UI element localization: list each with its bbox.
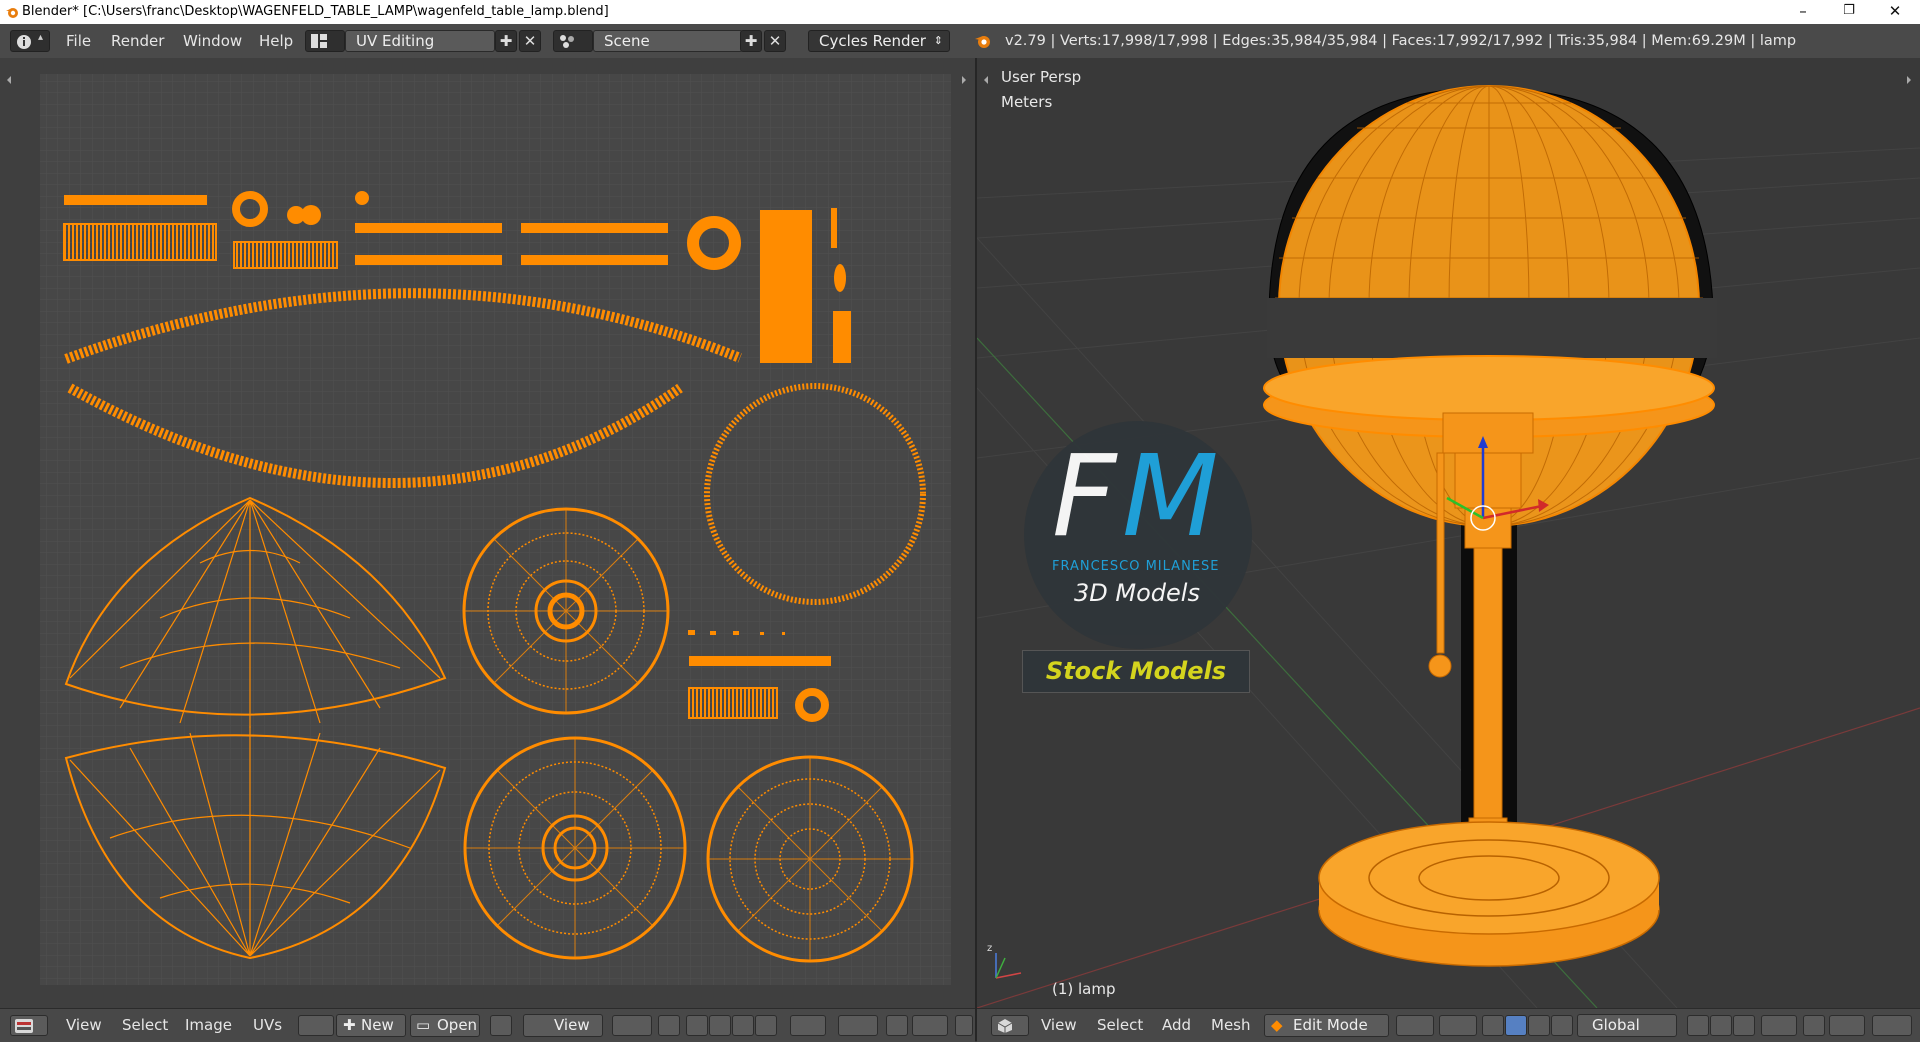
sync-selection-icon[interactable] — [658, 1015, 680, 1036]
axis-z-label: z — [987, 943, 993, 954]
scene-field[interactable]: Scene — [593, 30, 743, 52]
scene-statistics: v2.79 | Verts:17,998/17,998 | Edges:35,9… — [1005, 33, 1797, 49]
sticky-select-icon[interactable] — [790, 1015, 826, 1036]
editor-type-button[interactable]: ▴ — [10, 30, 50, 52]
logo-banner: Stock Models — [1022, 650, 1250, 693]
tool-shelf-toggle-icon[interactable] — [3, 76, 11, 84]
logo-initial-m: M — [1122, 432, 1219, 562]
proportional-edit-icon[interactable] — [838, 1015, 878, 1036]
menu-window[interactable]: Window — [183, 24, 242, 58]
render-engine-value: Cycles Render — [819, 32, 926, 50]
viewport-header: View Select Add Mesh ◆ Edit Mode Global — [977, 1008, 1920, 1042]
screen-layout-selector[interactable] — [305, 30, 345, 52]
edit-mode-icon: ◆ — [1271, 1016, 1283, 1034]
vp-menu-mesh[interactable]: Mesh — [1211, 1009, 1251, 1042]
image-editor-icon[interactable] — [10, 1015, 48, 1036]
info-icon — [17, 35, 31, 49]
snap-toggle-icon[interactable] — [1803, 1015, 1825, 1036]
vp-menu-view[interactable]: View — [1041, 1009, 1077, 1042]
plus-icon: ✚ — [343, 1016, 356, 1034]
blender-logo-icon — [6, 8, 18, 18]
mode-dropdown[interactable]: ◆ Edit Mode — [1264, 1014, 1389, 1037]
remove-scene-icon[interactable]: ✕ — [764, 30, 786, 52]
screen-layout-icon — [311, 34, 327, 48]
scene-selector[interactable] — [553, 30, 593, 52]
info-header: ▴ File Render Window Help UV Editing ✚ ✕… — [0, 24, 1920, 59]
remove-screen-icon[interactable]: ✕ — [519, 30, 541, 52]
open-image-button[interactable]: ▭ Open — [410, 1014, 480, 1037]
view3d-icon[interactable] — [991, 1015, 1029, 1036]
screen-layout-field[interactable]: UV Editing — [345, 30, 495, 52]
transform-orientation-dropdown[interactable]: Global — [1577, 1014, 1677, 1037]
orientation-label: Global — [1592, 1016, 1640, 1034]
viewport-shading-icon[interactable] — [1396, 1015, 1434, 1036]
3d-viewport[interactable]: User Persp Meters (1) lamp z F M FRANCES… — [977, 58, 1920, 1008]
updown-arrows-icon: ▴ — [38, 32, 44, 43]
new-image-button[interactable]: ✚ New — [336, 1014, 406, 1037]
add-scene-icon[interactable]: ✚ — [740, 30, 762, 52]
uv-menu-select[interactable]: Select — [122, 1009, 168, 1042]
logo-subtitle: 3D Models — [1074, 579, 1200, 607]
dropdown-arrows-icon: ⇕ — [933, 34, 943, 47]
logo-name: FRANCESCO MILANESE — [1052, 559, 1220, 574]
snap-element-icon[interactable] — [1829, 1015, 1865, 1036]
uv-editor-header: View Select Image UVs ✚ New ▭ Open View — [0, 1008, 975, 1042]
folder-icon: ▭ — [416, 1016, 431, 1034]
scene-icon — [560, 35, 574, 48]
view-mode-dropdown[interactable]: View — [523, 1014, 603, 1037]
island-select-icon[interactable] — [755, 1015, 777, 1036]
minimize-button[interactable]: – — [1780, 0, 1826, 24]
properties-toggle-icon[interactable] — [1907, 76, 1915, 84]
uv-menu-image[interactable]: Image — [185, 1009, 232, 1042]
new-image-label: New — [361, 1016, 394, 1034]
logo-initial-f: F — [1052, 432, 1117, 562]
pin-icon[interactable] — [490, 1015, 512, 1036]
vp-menu-select[interactable]: Select — [1097, 1009, 1143, 1042]
uv-image-editor[interactable] — [0, 58, 975, 1008]
snap-icon[interactable] — [886, 1015, 908, 1036]
menu-file[interactable]: File — [66, 24, 91, 58]
add-screen-icon[interactable]: ✚ — [495, 30, 517, 52]
window-titlebar: Blender* [C:\Users\franc\Desktop\WAGENFE… — [0, 0, 1920, 24]
view-name-label: User Persp — [1001, 68, 1082, 86]
active-object-label: (1) lamp — [1052, 980, 1116, 998]
manipulator-toggle-icon[interactable] — [1482, 1015, 1504, 1036]
vertex-select-mode-icon[interactable] — [1687, 1015, 1709, 1036]
logo-banner-text: Stock Models — [1045, 657, 1227, 685]
render-slot-icon[interactable] — [955, 1015, 973, 1036]
uv-menu-uvs[interactable]: UVs — [253, 1009, 282, 1042]
scale-manipulator-icon[interactable] — [1551, 1015, 1573, 1036]
menu-render[interactable]: Render — [111, 24, 164, 58]
render-engine-dropdown[interactable]: Cycles Render ⇕ — [808, 30, 950, 52]
snap-element-icon[interactable] — [912, 1015, 948, 1036]
edge-select-icon[interactable] — [709, 1015, 731, 1036]
mode-label: Edit Mode — [1293, 1016, 1368, 1034]
edge-select-mode-icon[interactable] — [1710, 1015, 1732, 1036]
units-label: Meters — [1001, 93, 1053, 111]
blender-logo-icon — [975, 36, 990, 48]
vp-menu-add[interactable]: Add — [1162, 1009, 1191, 1042]
image-browse-icon[interactable] — [298, 1015, 334, 1036]
restore-button[interactable]: ❐ — [1826, 0, 1872, 24]
face-select-icon[interactable] — [732, 1015, 754, 1036]
translate-manipulator-icon[interactable] — [1505, 1015, 1527, 1036]
uv-menu-view[interactable]: View — [66, 1009, 102, 1042]
open-image-label: Open — [437, 1016, 478, 1034]
face-select-mode-icon[interactable] — [1733, 1015, 1755, 1036]
pivot-point-icon[interactable] — [1439, 1015, 1477, 1036]
window-title: Blender* [C:\Users\franc\Desktop\WAGENFE… — [22, 4, 609, 19]
render-preview-icon[interactable] — [1872, 1015, 1912, 1036]
pivot-icon[interactable] — [612, 1015, 652, 1036]
vertex-select-icon[interactable] — [686, 1015, 708, 1036]
view-mode-label: View — [554, 1016, 590, 1034]
fm-logo: F M FRANCESCO MILANESE 3D Models — [1024, 421, 1252, 649]
menu-help[interactable]: Help — [259, 24, 293, 58]
tool-shelf-toggle-icon[interactable] — [980, 76, 988, 84]
rotate-manipulator-icon[interactable] — [1528, 1015, 1550, 1036]
properties-toggle-icon[interactable] — [962, 76, 970, 84]
close-window-button[interactable]: ✕ — [1872, 0, 1918, 24]
proportional-edit-icon[interactable] — [1761, 1015, 1797, 1036]
